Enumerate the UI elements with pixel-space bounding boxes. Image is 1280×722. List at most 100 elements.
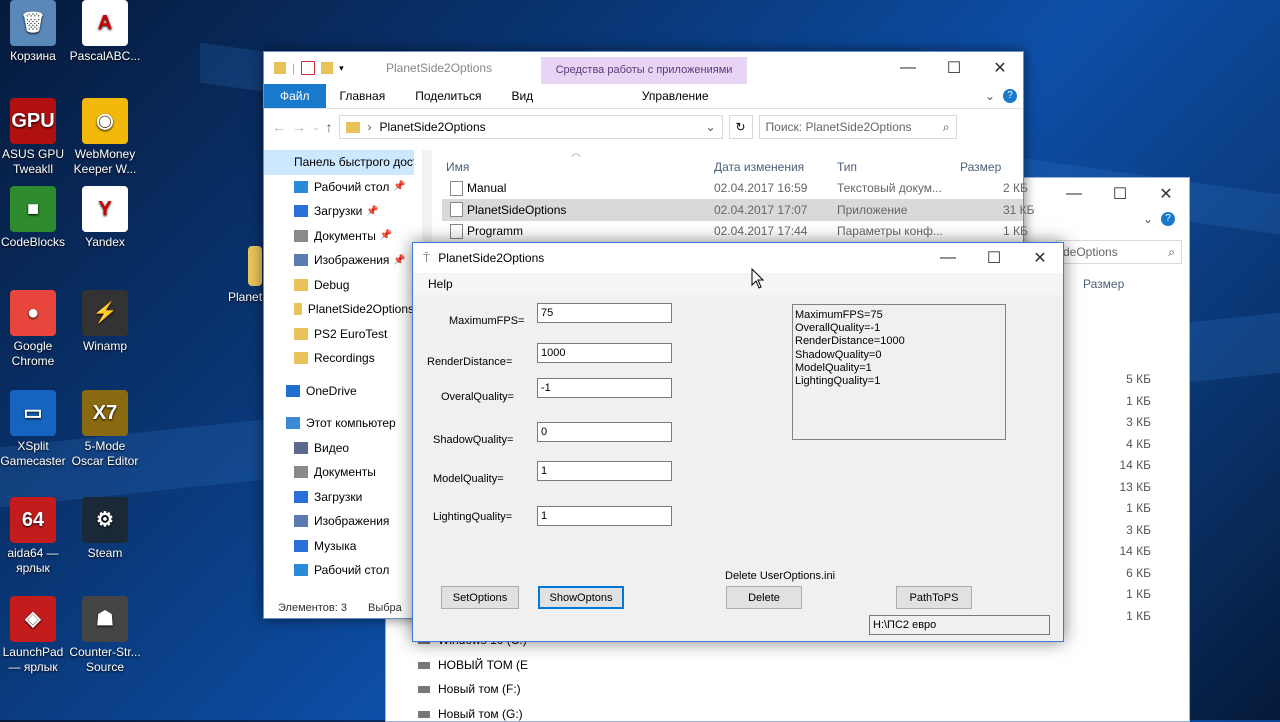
search-input[interactable]: deOptions ⌕ — [1056, 240, 1182, 264]
close-button[interactable]: ✕ — [977, 52, 1023, 84]
column-name[interactable]: Имя — [446, 160, 469, 174]
nav-item[interactable]: Документы — [264, 460, 414, 485]
maximize-button[interactable]: ☐ — [931, 52, 977, 84]
delete-button[interactable]: Delete — [726, 586, 802, 609]
file-row[interactable]: Programm 02.04.2017 17:44 Параметры конф..… — [442, 220, 1028, 242]
new-folder-icon[interactable] — [321, 62, 334, 74]
nav-item[interactable]: Этот компьютер — [264, 411, 414, 436]
up-arrow-icon[interactable]: ↑ — [326, 119, 333, 135]
minimize-button[interactable]: — — [885, 52, 931, 84]
tab-manage[interactable]: Управление — [587, 84, 763, 108]
close-button[interactable]: ✕ — [1017, 242, 1063, 274]
help-icon[interactable]: ? — [1003, 89, 1017, 103]
desktop-icon-label: Yandex — [85, 235, 125, 249]
chevron-down-icon[interactable]: ⌄ — [985, 89, 995, 103]
field-input[interactable]: 1 — [537, 506, 672, 526]
column-date[interactable]: Дата изменения — [714, 160, 804, 174]
planetside-options-window[interactable]: ⍑ PlanetSide2Options — ☐ ✕ Help MaximumF… — [412, 242, 1064, 642]
column-size[interactable]: Размер — [960, 160, 1001, 174]
drive-item[interactable]: Новый том (G:) — [418, 707, 523, 721]
nav-item[interactable]: Загрузки 📌 — [264, 199, 414, 224]
refresh-button[interactable]: ↻ — [728, 115, 753, 139]
nav-item[interactable]: PlanetSide2Options — [264, 297, 414, 322]
pin-icon[interactable]: 📌 — [393, 181, 405, 192]
column-size[interactable]: Размер — [1083, 277, 1124, 291]
chevron-down-icon[interactable]: ⌄ — [705, 120, 715, 134]
desktop-icon-label: Google Chrome — [11, 339, 55, 368]
pin-icon[interactable]: 📌 — [380, 230, 392, 241]
folder-icon — [294, 327, 308, 340]
file-row[interactable]: Manual 02.04.2017 16:59 Текстовый докум...… — [442, 177, 1028, 199]
desktop-icon[interactable]: ■ CodeBlocks — [0, 186, 71, 250]
file-row[interactable]: PlanetSideOptions 02.04.2017 17:07 Приложе… — [442, 198, 1035, 221]
show-options-button[interactable]: ShowOptons — [538, 586, 624, 609]
pin-icon[interactable]: 📌 — [366, 206, 378, 217]
nav-item[interactable]: Изображения 📌 — [264, 248, 414, 273]
tab-home[interactable]: Главная — [326, 84, 400, 108]
desktop-icon[interactable]: ⚡ Winamp — [67, 290, 143, 354]
path-field[interactable]: H:\ПС2 евро — [869, 615, 1050, 635]
drive-item[interactable]: НОВЫЙ ТОМ (E — [418, 658, 528, 672]
pin-icon[interactable]: 📌 — [393, 255, 405, 266]
desktop-icon[interactable]: A PascalABC... — [67, 0, 143, 64]
nav-item[interactable]: Документы 📌 — [264, 224, 414, 249]
nav-item[interactable]: PS2 EuroTest — [264, 322, 414, 347]
file-size: 5 КБ — [1126, 372, 1151, 386]
drive-item[interactable]: Новый том (F:) — [418, 682, 521, 696]
tab-share[interactable]: Поделиться — [399, 84, 497, 108]
nav-item[interactable]: Видео — [264, 436, 414, 461]
search-input[interactable]: Поиск: PlanetSide2Options ⌕ — [758, 115, 957, 139]
desktop-icon[interactable]: 🗑 Корзина — [0, 0, 71, 64]
chevron-down-icon[interactable]: ⌄ — [1143, 212, 1153, 226]
address-input[interactable]: › PlanetSide2Options ⌄ — [338, 115, 723, 139]
desktop-icon[interactable]: GPU ASUS GPU Tweakll — [0, 98, 71, 177]
desktop-icon[interactable]: ▭ XSplit Gamecaster — [0, 390, 71, 469]
forward-arrow-icon[interactable]: → — [292, 119, 306, 135]
nav-item[interactable]: Изображения — [264, 509, 414, 534]
field-input[interactable]: -1 — [537, 378, 672, 398]
file-icon — [450, 223, 463, 239]
field-input[interactable]: 1000 — [537, 343, 672, 363]
app-icon: ◈ — [10, 596, 56, 642]
nav-item[interactable]: Музыка — [264, 534, 414, 559]
nav-item[interactable]: Рабочий стол — [264, 558, 414, 583]
field-input[interactable]: 75 — [537, 303, 672, 323]
menu-help[interactable]: Help — [428, 277, 453, 291]
path-to-ps-button[interactable]: PathToPS — [896, 586, 972, 609]
minimize-button[interactable]: — — [1051, 178, 1097, 210]
minimize-button[interactable]: — — [925, 242, 971, 274]
recent-dropdown-icon[interactable]: ⌄ — [312, 122, 320, 133]
maximize-button[interactable]: ☐ — [1097, 178, 1143, 210]
documents-icon — [294, 229, 308, 242]
set-options-button[interactable]: SetOptions — [441, 586, 519, 609]
desktop-icon[interactable]: ◈ LaunchPad — ярлык — [0, 596, 71, 675]
options-output-memo[interactable]: MaximumFPS=75 OverallQuality=-1 RenderDist… — [792, 304, 1006, 440]
desktop-icon[interactable]: ● Google Chrome — [0, 290, 71, 369]
close-button[interactable]: ✕ — [1143, 178, 1189, 210]
nav-item[interactable]: Recordings — [264, 346, 414, 371]
maximize-button[interactable]: ☐ — [971, 242, 1017, 274]
download-icon — [294, 490, 308, 503]
nav-item[interactable]: Загрузки — [264, 485, 414, 510]
field-input[interactable]: 1 — [537, 461, 672, 481]
back-arrow-icon[interactable]: ← — [272, 119, 286, 135]
quick-access-dropdown-icon[interactable]: ▾ — [339, 63, 344, 74]
desktop-icon[interactable]: ◉ WebMoney Keeper W... — [67, 98, 143, 177]
field-input[interactable]: 0 — [537, 422, 672, 442]
tab-view[interactable]: Вид — [497, 84, 547, 108]
desktop-icon[interactable]: X7 5-Mode Oscar Editor — [67, 390, 143, 469]
nav-item[interactable]: Рабочий стол 📌 — [264, 175, 414, 200]
desktop-icon-partial[interactable]: Planet — [210, 246, 270, 305]
desktop-icon-label: PascalABC... — [69, 49, 141, 63]
desktop-icon[interactable]: ☗ Counter-Str... Source — [67, 596, 143, 675]
column-type[interactable]: Тип — [837, 160, 857, 174]
desktop-icon[interactable]: 64 aida64 — ярлык — [0, 497, 71, 576]
nav-item[interactable]: Панель быстрого доступа — [264, 150, 414, 175]
desktop-icon[interactable]: Y Yandex — [67, 186, 143, 250]
help-icon[interactable]: ? — [1161, 212, 1175, 226]
nav-item[interactable]: Debug — [264, 273, 414, 298]
nav-item[interactable]: OneDrive — [264, 379, 414, 404]
desktop-icon[interactable]: ⚙ Steam — [67, 497, 143, 561]
properties-icon[interactable] — [301, 61, 316, 75]
tab-file[interactable]: Файл — [264, 84, 326, 108]
